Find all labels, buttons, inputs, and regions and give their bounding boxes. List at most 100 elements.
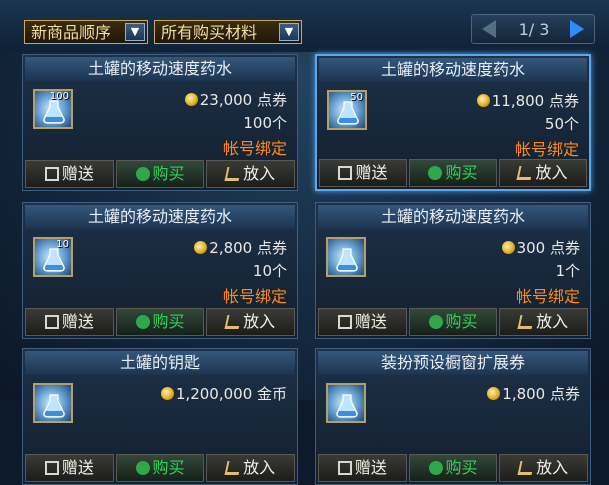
item-price-text: 23,000 点券 bbox=[199, 91, 287, 109]
buy-button-label: 购买 bbox=[445, 163, 478, 182]
add-to-cart-button-label: 放入 bbox=[243, 458, 276, 477]
flask-icon bbox=[43, 248, 65, 272]
item-title: 装扮预设橱窗扩展券 bbox=[318, 351, 588, 375]
gift-button[interactable]: 赠送 bbox=[318, 454, 407, 482]
item-card[interactable]: 土罐的移动速度药水 50 11,800 点券 50个帐号绑定赠送 购买 放入 bbox=[315, 54, 591, 191]
buy-button-label: 购买 bbox=[445, 458, 478, 477]
gift-button[interactable]: 赠送 bbox=[25, 454, 114, 482]
gift-button[interactable]: 赠送 bbox=[318, 308, 407, 336]
account-bound-label: 帐号绑定 bbox=[514, 140, 579, 159]
cart-icon bbox=[224, 315, 242, 329]
buy-button[interactable]: 购买 bbox=[115, 454, 205, 482]
item-price-text: 1,800 点券 bbox=[502, 385, 580, 403]
coin-icon bbox=[160, 387, 174, 400]
buy-icon bbox=[428, 461, 443, 475]
buy-button[interactable]: 购买 bbox=[409, 159, 497, 187]
buy-button[interactable]: 购买 bbox=[408, 308, 498, 336]
buy-icon bbox=[428, 315, 443, 329]
cart-icon bbox=[517, 315, 535, 329]
gift-button[interactable]: 赠送 bbox=[25, 308, 114, 336]
add-to-cart-button-label: 放入 bbox=[536, 458, 569, 477]
item-card[interactable]: 装扮预设橱窗扩展券 1,800 点券赠送 购买 放入 bbox=[315, 348, 591, 485]
item-actions: 赠送 购买 放入 bbox=[318, 308, 589, 336]
gift-button-label: 赠送 bbox=[354, 312, 387, 331]
item-price: 300 点券 bbox=[501, 237, 580, 258]
coin-icon bbox=[184, 93, 198, 106]
item-actions: 赠送 购买 放入 bbox=[318, 454, 589, 482]
cart-icon bbox=[516, 166, 534, 180]
add-to-cart-button[interactable]: 放入 bbox=[499, 159, 587, 187]
add-to-cart-button[interactable]: 放入 bbox=[206, 308, 296, 336]
next-page-icon[interactable] bbox=[570, 20, 584, 38]
account-bound-label: 帐号绑定 bbox=[222, 139, 287, 158]
item-title: 土罐的移动速度药水 bbox=[319, 58, 587, 82]
sort-dropdown[interactable]: 新商品顺序 ▼ bbox=[24, 20, 148, 44]
flask-icon bbox=[336, 248, 358, 272]
potion-icon[interactable] bbox=[33, 383, 73, 423]
buy-button-label: 购买 bbox=[445, 312, 478, 331]
item-count: 1个 bbox=[555, 262, 580, 280]
add-to-cart-button-label: 放入 bbox=[535, 163, 568, 182]
item-card[interactable]: 土罐的移动速度药水 100 23,000 点券 100个帐号绑定赠送 购买 放入 bbox=[22, 54, 298, 191]
item-card[interactable]: 土罐的钥匙 1,200,000 金币赠送 购买 放入 bbox=[22, 348, 298, 485]
item-price-text: 300 点券 bbox=[516, 239, 580, 257]
prev-page-icon[interactable] bbox=[482, 20, 496, 38]
gift-button-label: 赠送 bbox=[354, 458, 387, 477]
gift-icon bbox=[338, 166, 353, 180]
flask-icon bbox=[43, 394, 65, 418]
add-to-cart-button[interactable]: 放入 bbox=[499, 308, 589, 336]
item-price: 11,800 点券 bbox=[476, 90, 579, 111]
item-count: 50个 bbox=[544, 115, 579, 133]
potion-icon[interactable]: 50 bbox=[327, 90, 367, 130]
item-title: 土罐的移动速度药水 bbox=[25, 205, 295, 229]
add-to-cart-button[interactable]: 放入 bbox=[499, 454, 589, 482]
buy-button-label: 购买 bbox=[152, 164, 185, 183]
cart-icon bbox=[224, 167, 242, 181]
cart-icon bbox=[517, 461, 535, 475]
potion-icon[interactable]: 10 bbox=[33, 237, 73, 277]
item-price-text: 11,800 点券 bbox=[491, 92, 579, 110]
flask-icon bbox=[336, 394, 358, 418]
item-price: 2,800 点券 bbox=[194, 237, 287, 258]
gift-button-label: 赠送 bbox=[355, 163, 388, 182]
sort-dropdown-label: 新商品顺序 bbox=[31, 23, 112, 42]
item-count: 100个 bbox=[243, 114, 287, 132]
gift-button-label: 赠送 bbox=[61, 312, 94, 331]
item-title: 土罐的钥匙 bbox=[25, 351, 295, 375]
buy-button[interactable]: 购买 bbox=[115, 160, 205, 188]
buy-button[interactable]: 购买 bbox=[408, 454, 498, 482]
item-title: 土罐的移动速度药水 bbox=[25, 57, 295, 81]
gift-button[interactable]: 赠送 bbox=[319, 159, 407, 187]
item-actions: 赠送 购买 放入 bbox=[319, 159, 587, 187]
potion-icon[interactable] bbox=[326, 383, 366, 423]
account-bound-label: 帐号绑定 bbox=[515, 287, 580, 306]
add-to-cart-button[interactable]: 放入 bbox=[206, 454, 296, 482]
gift-icon bbox=[44, 167, 59, 181]
category-dropdown-label: 所有购买材料 bbox=[161, 23, 258, 42]
gift-icon bbox=[44, 315, 59, 329]
coin-icon bbox=[501, 241, 515, 254]
item-actions: 赠送 购买 放入 bbox=[25, 308, 296, 336]
chevron-down-icon[interactable]: ▼ bbox=[125, 23, 145, 41]
gift-icon bbox=[44, 461, 59, 475]
chevron-down-icon[interactable]: ▼ bbox=[279, 23, 299, 41]
item-price: 23,000 点券 bbox=[184, 89, 287, 110]
add-to-cart-button[interactable]: 放入 bbox=[206, 160, 296, 188]
gift-button[interactable]: 赠送 bbox=[25, 160, 114, 188]
gift-button-label: 赠送 bbox=[61, 164, 94, 183]
item-title: 土罐的移动速度药水 bbox=[318, 205, 588, 229]
item-card[interactable]: 土罐的移动速度药水 10 2,800 点券 10个 帐号绑定 赠送 购买 放入 bbox=[22, 202, 298, 339]
coin-icon bbox=[194, 241, 208, 254]
item-actions: 赠送 购买 放入 bbox=[25, 454, 296, 482]
category-dropdown[interactable]: 所有购买材料 ▼ bbox=[154, 20, 302, 44]
gift-icon bbox=[337, 315, 352, 329]
item-price: 1,200,000 金币 bbox=[160, 383, 287, 404]
item-count: 10个 bbox=[252, 262, 287, 280]
potion-icon[interactable]: 100 bbox=[33, 89, 73, 129]
item-actions: 赠送 购买 放入 bbox=[25, 160, 296, 188]
buy-button[interactable]: 购买 bbox=[115, 308, 205, 336]
potion-icon[interactable] bbox=[326, 237, 366, 277]
buy-icon bbox=[428, 166, 443, 180]
item-card[interactable]: 土罐的移动速度药水 300 点券 1个帐号绑定赠送 购买 放入 bbox=[315, 202, 591, 339]
add-to-cart-button-label: 放入 bbox=[536, 312, 569, 331]
